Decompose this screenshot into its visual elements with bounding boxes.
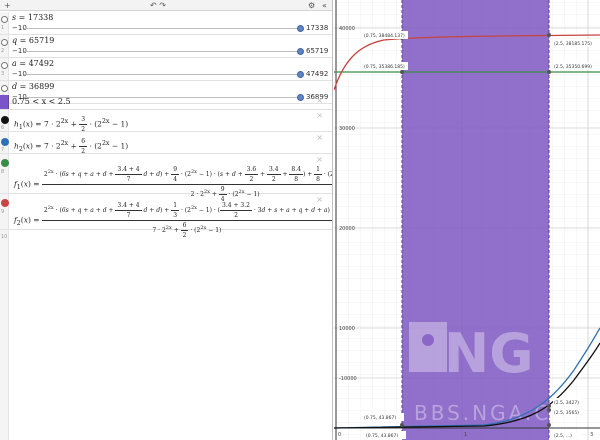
x-tick-label: 3 <box>590 432 593 438</box>
gear-icon[interactable]: ⚙ <box>308 0 315 11</box>
function-expression[interactable]: h1(x) = 7 · 22x + 32 · (22x − 1) <box>14 116 128 133</box>
function-row-f1[interactable]: 8 f1(x) = 22x · (6s + q + a + d + 3.4 + … <box>0 154 332 203</box>
slider-label: d = 36899 <box>12 82 55 91</box>
slider-max[interactable]: 47492 <box>306 70 328 78</box>
x-tick-label: 0 <box>338 432 341 438</box>
delete-expression-icon[interactable]: × <box>316 133 323 142</box>
delete-expression-icon[interactable]: × <box>316 195 323 204</box>
function-row-h2[interactable]: 7 h2(x) = 7 · 22x + 62 · (22x − 1) × <box>0 132 332 155</box>
point-label-black: (2.5, 3565) <box>554 410 579 416</box>
empty-expression-row[interactable]: 10 <box>0 230 332 440</box>
slider-track[interactable] <box>24 28 299 29</box>
slider-label: a = 47492 <box>12 59 55 68</box>
expression-toolbar: + ↶ ↷ ⚙ « <box>0 0 332 11</box>
delete-expression-icon[interactable]: × <box>316 96 323 105</box>
point-label-blue: (2.5, 3427) <box>554 400 579 406</box>
wave-icon[interactable] <box>1 199 9 207</box>
y-tick-label: -10000 <box>339 376 357 382</box>
slider-knob[interactable] <box>297 71 304 78</box>
slider-knob[interactable] <box>297 25 304 32</box>
function-row-f2[interactable]: 9 f2(x) = 22x · (6s + q + a + d + 3.4 + … <box>0 194 332 239</box>
slider-label: s = 17338 <box>12 13 54 22</box>
point-label-green-left: (0.75, 35386.185) <box>364 64 405 70</box>
function-expression[interactable]: h2(x) = 7 · 22x + 62 · (22x − 1) <box>14 138 128 155</box>
point-label-base-right: (2.5, ...) <box>554 433 572 439</box>
slider-label: q = 65719 <box>12 36 55 45</box>
inequality-expression[interactable]: 0.75 < x < 2.5 <box>12 97 71 106</box>
delete-expression-icon[interactable]: × <box>316 155 323 164</box>
function-row-h1[interactable]: 6 h1(x) = 7 · 22x + 32 · (22x − 1) × <box>0 110 332 133</box>
wave-icon[interactable] <box>1 138 9 146</box>
visibility-toggle[interactable] <box>1 85 8 92</box>
watermark-url: BBS.NGA.CN <box>414 401 569 425</box>
x-tick-label: 1 <box>464 432 467 438</box>
undo-redo-buttons[interactable]: ↶ ↷ <box>150 0 166 11</box>
slider-max[interactable]: 17338 <box>306 24 328 32</box>
wave-icon[interactable] <box>1 116 9 124</box>
slider-row-q: 2 q = 65719 −10 65719 <box>0 35 332 58</box>
slider-row-a: 3 a = 47492 −10 47492 <box>0 58 332 81</box>
point-label-green-right: (2.5, 35350.699) <box>554 64 592 70</box>
y-tick-label: 30000 <box>339 126 355 132</box>
visibility-toggle[interactable] <box>1 62 8 69</box>
expression-panel: + ↶ ↷ ⚙ « 1 s = 17338 −10 17338 2 q = 65… <box>0 0 333 440</box>
y-tick-label: 20000 <box>339 226 355 232</box>
shade-color-icon[interactable] <box>0 95 9 109</box>
point-label-base-left: (0.75, 43.867) <box>364 415 396 421</box>
wave-icon[interactable] <box>1 159 9 167</box>
visibility-toggle[interactable] <box>1 39 8 46</box>
point-label-red-right: (2.5, 38185.175) <box>554 41 592 47</box>
graph-paper[interactable]: NG BBS.NGA.CN 40000 30000 20000 10000 -1… <box>334 0 600 440</box>
slider-track[interactable] <box>24 74 299 75</box>
slider-track[interactable] <box>24 51 299 52</box>
watermark-text: NG <box>444 322 534 385</box>
visibility-toggle[interactable] <box>1 16 8 23</box>
inequality-row[interactable]: 0.75 < x < 2.5 × <box>0 95 332 110</box>
slider-row-s: 1 s = 17338 −10 17338 <box>0 12 332 35</box>
y-tick-label: 40000 <box>339 26 355 32</box>
slider-max[interactable]: 65719 <box>306 47 328 55</box>
point-label-base-left-2: (0.75, 43.867) <box>366 433 398 439</box>
add-expression-button[interactable]: + <box>4 0 11 11</box>
collapse-panel-button[interactable]: « <box>322 0 327 11</box>
y-tick-label: 10000 <box>339 326 355 332</box>
delete-expression-icon[interactable]: × <box>316 111 323 120</box>
slider-knob[interactable] <box>297 48 304 55</box>
point-label-red-left: (0.75, 38484.137) <box>364 33 405 39</box>
